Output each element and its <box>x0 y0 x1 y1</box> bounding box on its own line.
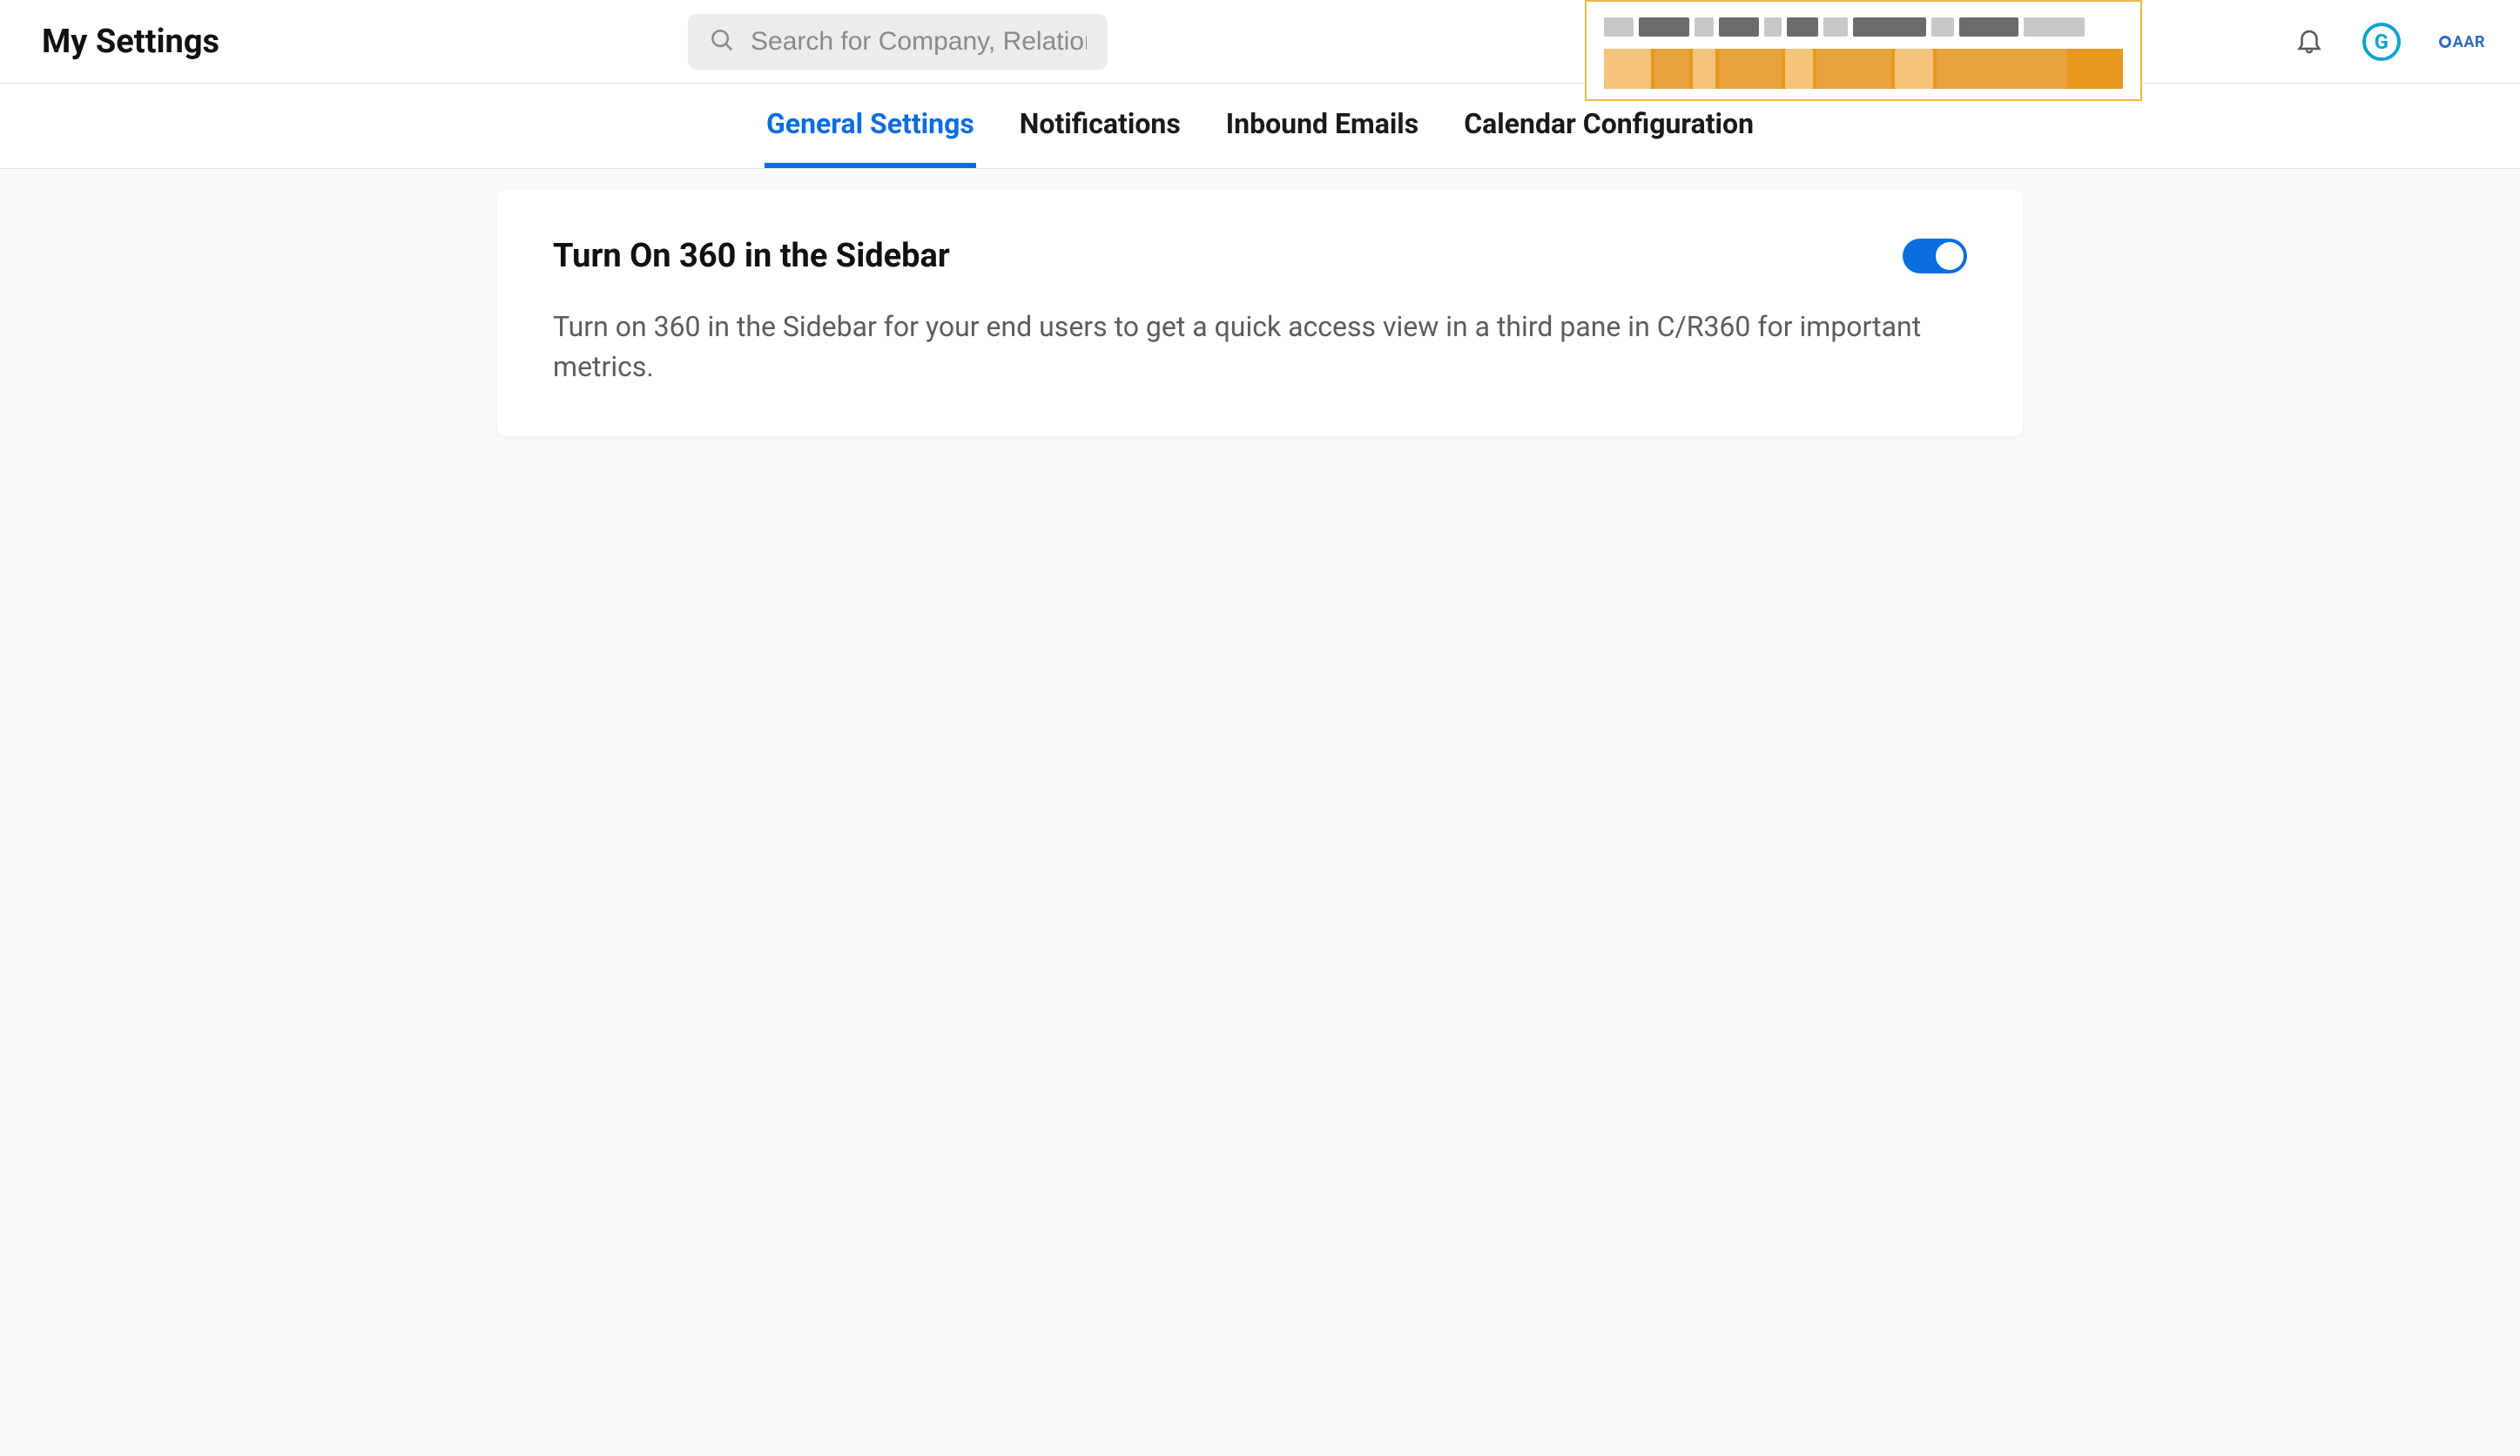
notification-banner-redacted[interactable] <box>1585 0 2142 101</box>
tab-general-settings[interactable]: General Settings <box>765 84 976 168</box>
sidebar-360-card: Turn On 360 in the Sidebar Turn on 360 i… <box>497 190 2023 436</box>
global-search <box>688 14 1108 70</box>
card-header: Turn On 360 in the Sidebar <box>553 237 1967 275</box>
page-title: My Settings <box>42 23 219 61</box>
user-avatar[interactable]: G <box>2362 23 2401 61</box>
brand-logo-text: AAR <box>2453 33 2485 51</box>
tab-inbound-emails[interactable]: Inbound Emails <box>1224 84 1420 168</box>
notifications-icon[interactable] <box>2294 25 2324 58</box>
app-header: My Settings <box>0 0 2520 84</box>
card-title: Turn On 360 in the Sidebar <box>553 237 950 275</box>
sidebar-360-toggle[interactable] <box>1903 239 1967 273</box>
brand-logo-icon <box>2439 36 2451 48</box>
brand-logo[interactable]: AAR <box>2439 33 2485 51</box>
card-description: Turn on 360 in the Sidebar for your end … <box>553 307 1967 388</box>
search-box[interactable] <box>688 14 1108 70</box>
search-icon <box>709 27 751 57</box>
settings-content: Turn On 360 in the Sidebar Turn on 360 i… <box>0 169 2520 436</box>
tab-notifications[interactable]: Notifications <box>1018 84 1183 168</box>
header-actions: G AAR <box>2294 0 2485 84</box>
search-input[interactable] <box>751 27 1087 57</box>
toggle-knob <box>1936 242 1964 270</box>
